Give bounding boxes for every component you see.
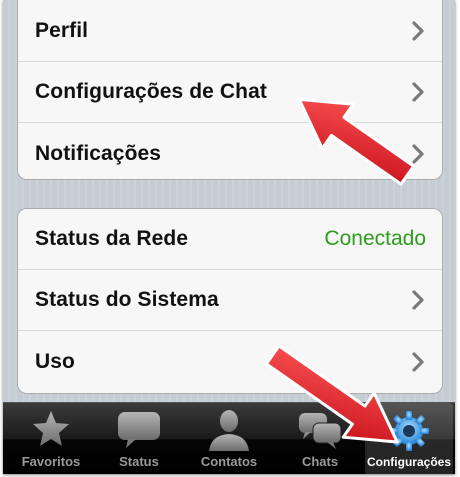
- row-label: Notificações: [35, 141, 162, 165]
- tab-label: Favoritos: [21, 454, 81, 469]
- gear-icon: [389, 411, 429, 451]
- tab-contatos[interactable]: Contatos: [186, 403, 272, 474]
- settings-row-perfil[interactable]: Perfil: [18, 1, 442, 62]
- tab-status[interactable]: Status: [96, 403, 182, 474]
- settings-row-configuracoes-de-chat[interactable]: Configurações de Chat: [18, 62, 442, 123]
- row-label: Uso: [35, 349, 75, 373]
- row-label: Status do Sistema: [35, 288, 219, 311]
- tab-label: Chats: [301, 454, 339, 469]
- settings-group-status: Status da Rede Conectado Status do Siste…: [17, 208, 443, 394]
- settings-row-status-do-sistema[interactable]: Status do Sistema: [18, 270, 442, 331]
- chevron-right-icon: [412, 21, 424, 41]
- row-label: Configurações de Chat: [35, 80, 267, 103]
- settings-row-status-da-rede[interactable]: Status da Rede Conectado: [18, 209, 442, 270]
- row-label: Status da Rede: [35, 227, 189, 250]
- chevron-right-icon: [412, 351, 424, 372]
- row-label: Perfil: [35, 19, 89, 42]
- tab-label: Configurações: [366, 455, 451, 469]
- person-icon: [209, 410, 249, 451]
- tab-label: Status: [119, 454, 159, 469]
- chevron-right-icon: [412, 143, 424, 164]
- tab-configuracoes[interactable]: Configurações: [365, 403, 453, 474]
- tab-bar: Favoritos Status Contatos Chats Configur…: [3, 402, 455, 474]
- speech-bubble-icon: [118, 412, 160, 448]
- tab-chats[interactable]: Chats: [277, 403, 363, 474]
- settings-row-notificacoes[interactable]: Notificações: [18, 123, 442, 179]
- chevron-right-icon: [412, 82, 424, 102]
- settings-row-uso[interactable]: Uso: [18, 331, 442, 392]
- chat-bubbles-icon: [299, 413, 342, 449]
- phone-screen: Perfil Configurações de Chat Notificaçõe…: [3, 0, 455, 474]
- settings-group-account: Perfil Configurações de Chat Notificaçõe…: [17, 0, 443, 180]
- tab-favoritos[interactable]: Favoritos: [8, 403, 94, 474]
- network-status-value: Conectado: [324, 227, 426, 250]
- star-icon: [33, 411, 69, 446]
- chevron-right-icon: [412, 290, 424, 310]
- tab-label: Contatos: [200, 454, 258, 469]
